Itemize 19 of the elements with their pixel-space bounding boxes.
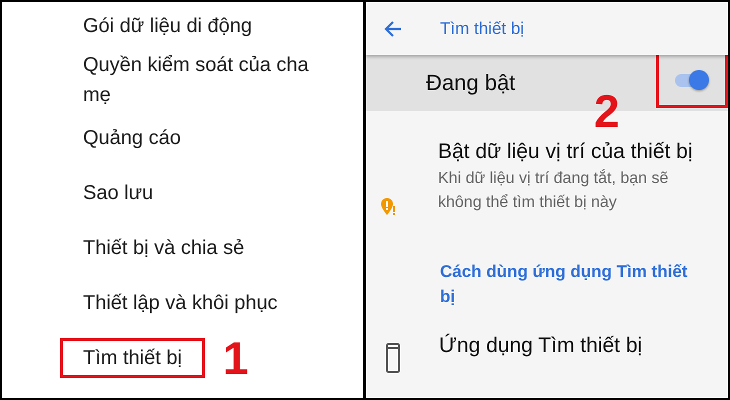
switch-label: Đang bật [426, 70, 516, 96]
menu-item[interactable]: Sao lưu [60, 174, 356, 210]
help-link[interactable]: Cách dùng ứng dụng Tìm thiết bị [440, 259, 700, 309]
step-number: 1 [222, 334, 249, 380]
phone-icon [386, 343, 400, 373]
toggle-switch[interactable] [675, 70, 709, 90]
menu-item[interactable]: Quyền kiểm soát của cha mẹ [60, 47, 356, 113]
setting-title[interactable]: Ứng dụng Tìm thiết bị [439, 331, 642, 361]
setting-description: Khi dữ liệu vị trí đang tắt, bạn sẽ không thể tìm thiết bị này [438, 168, 670, 213]
menu-item[interactable]: Gói dữ liệu di động [60, 8, 356, 44]
setting-title[interactable]: Bật dữ liệu vị trí của thiết bị [438, 137, 713, 167]
back-arrow-icon[interactable] [384, 20, 402, 36]
page-title: Tìm thiết bị [440, 18, 524, 38]
menu-item[interactable]: Thiết bị và chia sẻ [60, 230, 356, 266]
step-number: 2 [594, 88, 620, 134]
menu-item[interactable]: Quảng cáo [60, 120, 356, 156]
menu-item[interactable]: Tìm thiết bị [60, 338, 205, 378]
location-alert-icon [380, 197, 396, 217]
menu-item[interactable]: Thiết lập và khôi phục [60, 284, 356, 320]
